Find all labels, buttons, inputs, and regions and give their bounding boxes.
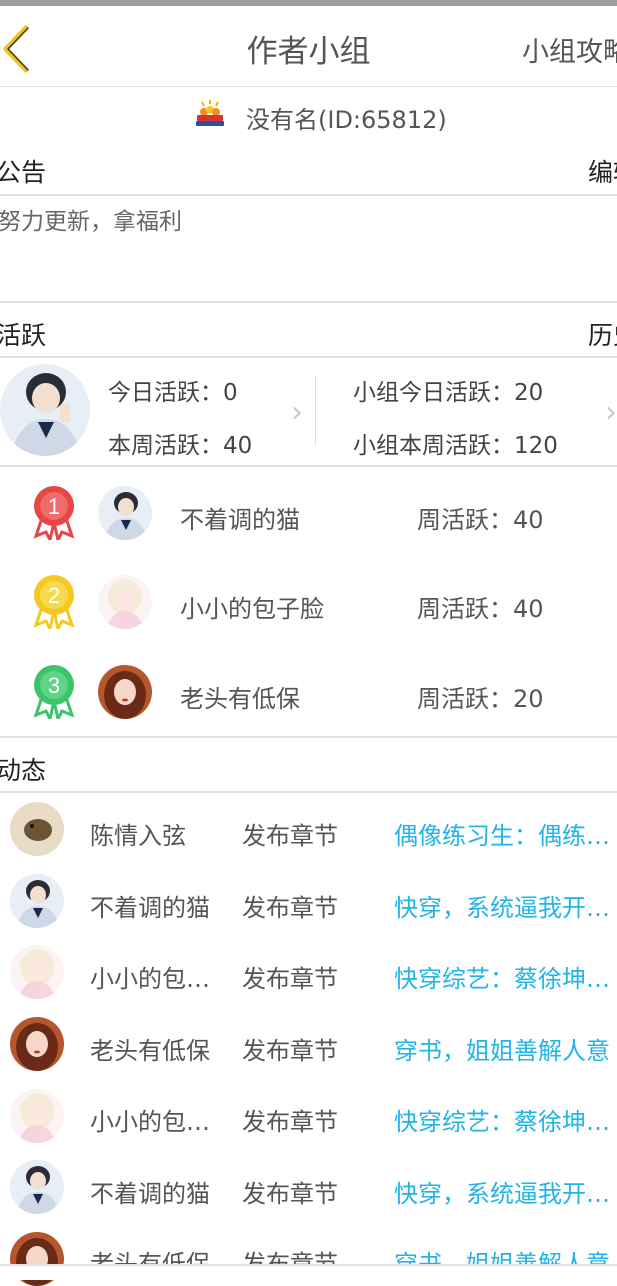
rank-week-active: 周活跃：20 bbox=[417, 685, 544, 713]
rank-medal-icon: 1 bbox=[33, 486, 75, 540]
group-week-active: 小组本周活跃：120 bbox=[353, 433, 558, 459]
rank-medal-icon: 2 bbox=[33, 575, 75, 629]
active-title: 活跃 bbox=[0, 321, 47, 350]
feed-user-name: 小小的包子脸 bbox=[90, 1108, 215, 1136]
notice-title: 公告 bbox=[0, 158, 47, 187]
notice-text: 努力更新，拿福利 bbox=[0, 209, 182, 235]
feed-user-name: 小小的包子脸 bbox=[90, 965, 215, 993]
group-today-active: 小组今日活跃：20 bbox=[353, 380, 544, 406]
app-header: 作者小组 小组攻略 bbox=[0, 6, 617, 87]
group-guide-link[interactable]: 小组攻略 bbox=[522, 30, 617, 69]
divider bbox=[0, 194, 617, 196]
user-avatar[interactable] bbox=[10, 1160, 64, 1214]
rank-number: 1 bbox=[48, 494, 60, 519]
group-name: 没有名(ID:65812) bbox=[246, 106, 447, 134]
rank-medal-icon: 3 bbox=[33, 665, 75, 719]
feed-action: 发布章节 bbox=[242, 894, 338, 922]
user-avatar[interactable] bbox=[10, 874, 64, 928]
divider bbox=[0, 736, 617, 738]
user-avatar[interactable] bbox=[10, 802, 64, 856]
feed-action: 发布章节 bbox=[242, 822, 338, 850]
divider bbox=[0, 465, 617, 467]
bottom-fade bbox=[0, 1264, 617, 1280]
rank-user-name: 小小的包子脸 bbox=[180, 595, 324, 623]
user-avatar[interactable] bbox=[10, 1089, 64, 1143]
feed-book-link[interactable]: 快穿综艺：蔡徐坤粉丝 bbox=[394, 959, 617, 994]
week-active: 本周活跃：40 bbox=[108, 433, 253, 459]
rank-week-active: 周活跃：40 bbox=[417, 595, 544, 623]
chevron-right-icon[interactable]: › bbox=[605, 395, 617, 430]
notice-edit-button[interactable]: 编辑 bbox=[588, 153, 617, 189]
today-active: 今日活跃：0 bbox=[108, 380, 238, 406]
rank-number: 2 bbox=[48, 583, 60, 608]
feed-action: 发布章节 bbox=[242, 1180, 338, 1208]
divider bbox=[0, 356, 617, 358]
user-avatar[interactable] bbox=[10, 1017, 64, 1071]
feed-title: 动态 bbox=[0, 756, 47, 785]
feed-book-link[interactable]: 快穿，系统逼我开挂了 bbox=[394, 1174, 617, 1209]
rank-number: 3 bbox=[48, 673, 60, 698]
group-crown-icon bbox=[196, 100, 224, 126]
feed-user-name: 不着调的猫 bbox=[90, 1180, 210, 1208]
feed-action: 发布章节 bbox=[242, 965, 338, 993]
feed-book-link[interactable]: 快穿综艺：蔡徐坤粉丝 bbox=[394, 1102, 617, 1137]
feed-action: 发布章节 bbox=[242, 1108, 338, 1136]
user-avatar[interactable] bbox=[10, 945, 64, 999]
user-avatar[interactable] bbox=[98, 665, 152, 719]
feed-user-name: 不着调的猫 bbox=[90, 894, 210, 922]
rank-week-active: 周活跃：40 bbox=[417, 506, 544, 534]
rank-user-name: 不着调的猫 bbox=[180, 506, 300, 534]
my-avatar[interactable] bbox=[0, 364, 90, 456]
divider bbox=[0, 1264, 617, 1266]
feed-book-link[interactable]: 穿书，姐姐善解人意 bbox=[394, 1031, 617, 1066]
divider bbox=[0, 301, 617, 303]
feed-book-link[interactable]: 偶像练习生：偶练小说 bbox=[394, 816, 617, 851]
rank-user-name: 老头有低保 bbox=[180, 685, 300, 713]
active-history-button[interactable]: 历史 bbox=[588, 316, 617, 352]
feed-user-name: 陈情入弦 bbox=[90, 822, 186, 850]
feed-user-name: 老头有低保 bbox=[90, 1037, 210, 1065]
divider bbox=[0, 791, 617, 793]
feed-action: 发布章节 bbox=[242, 1037, 338, 1065]
chevron-right-icon[interactable]: › bbox=[291, 395, 303, 430]
feed-book-link[interactable]: 快穿，系统逼我开挂了 bbox=[394, 888, 617, 923]
user-avatar[interactable] bbox=[98, 575, 152, 629]
divider bbox=[315, 376, 316, 446]
user-avatar[interactable] bbox=[98, 486, 152, 540]
